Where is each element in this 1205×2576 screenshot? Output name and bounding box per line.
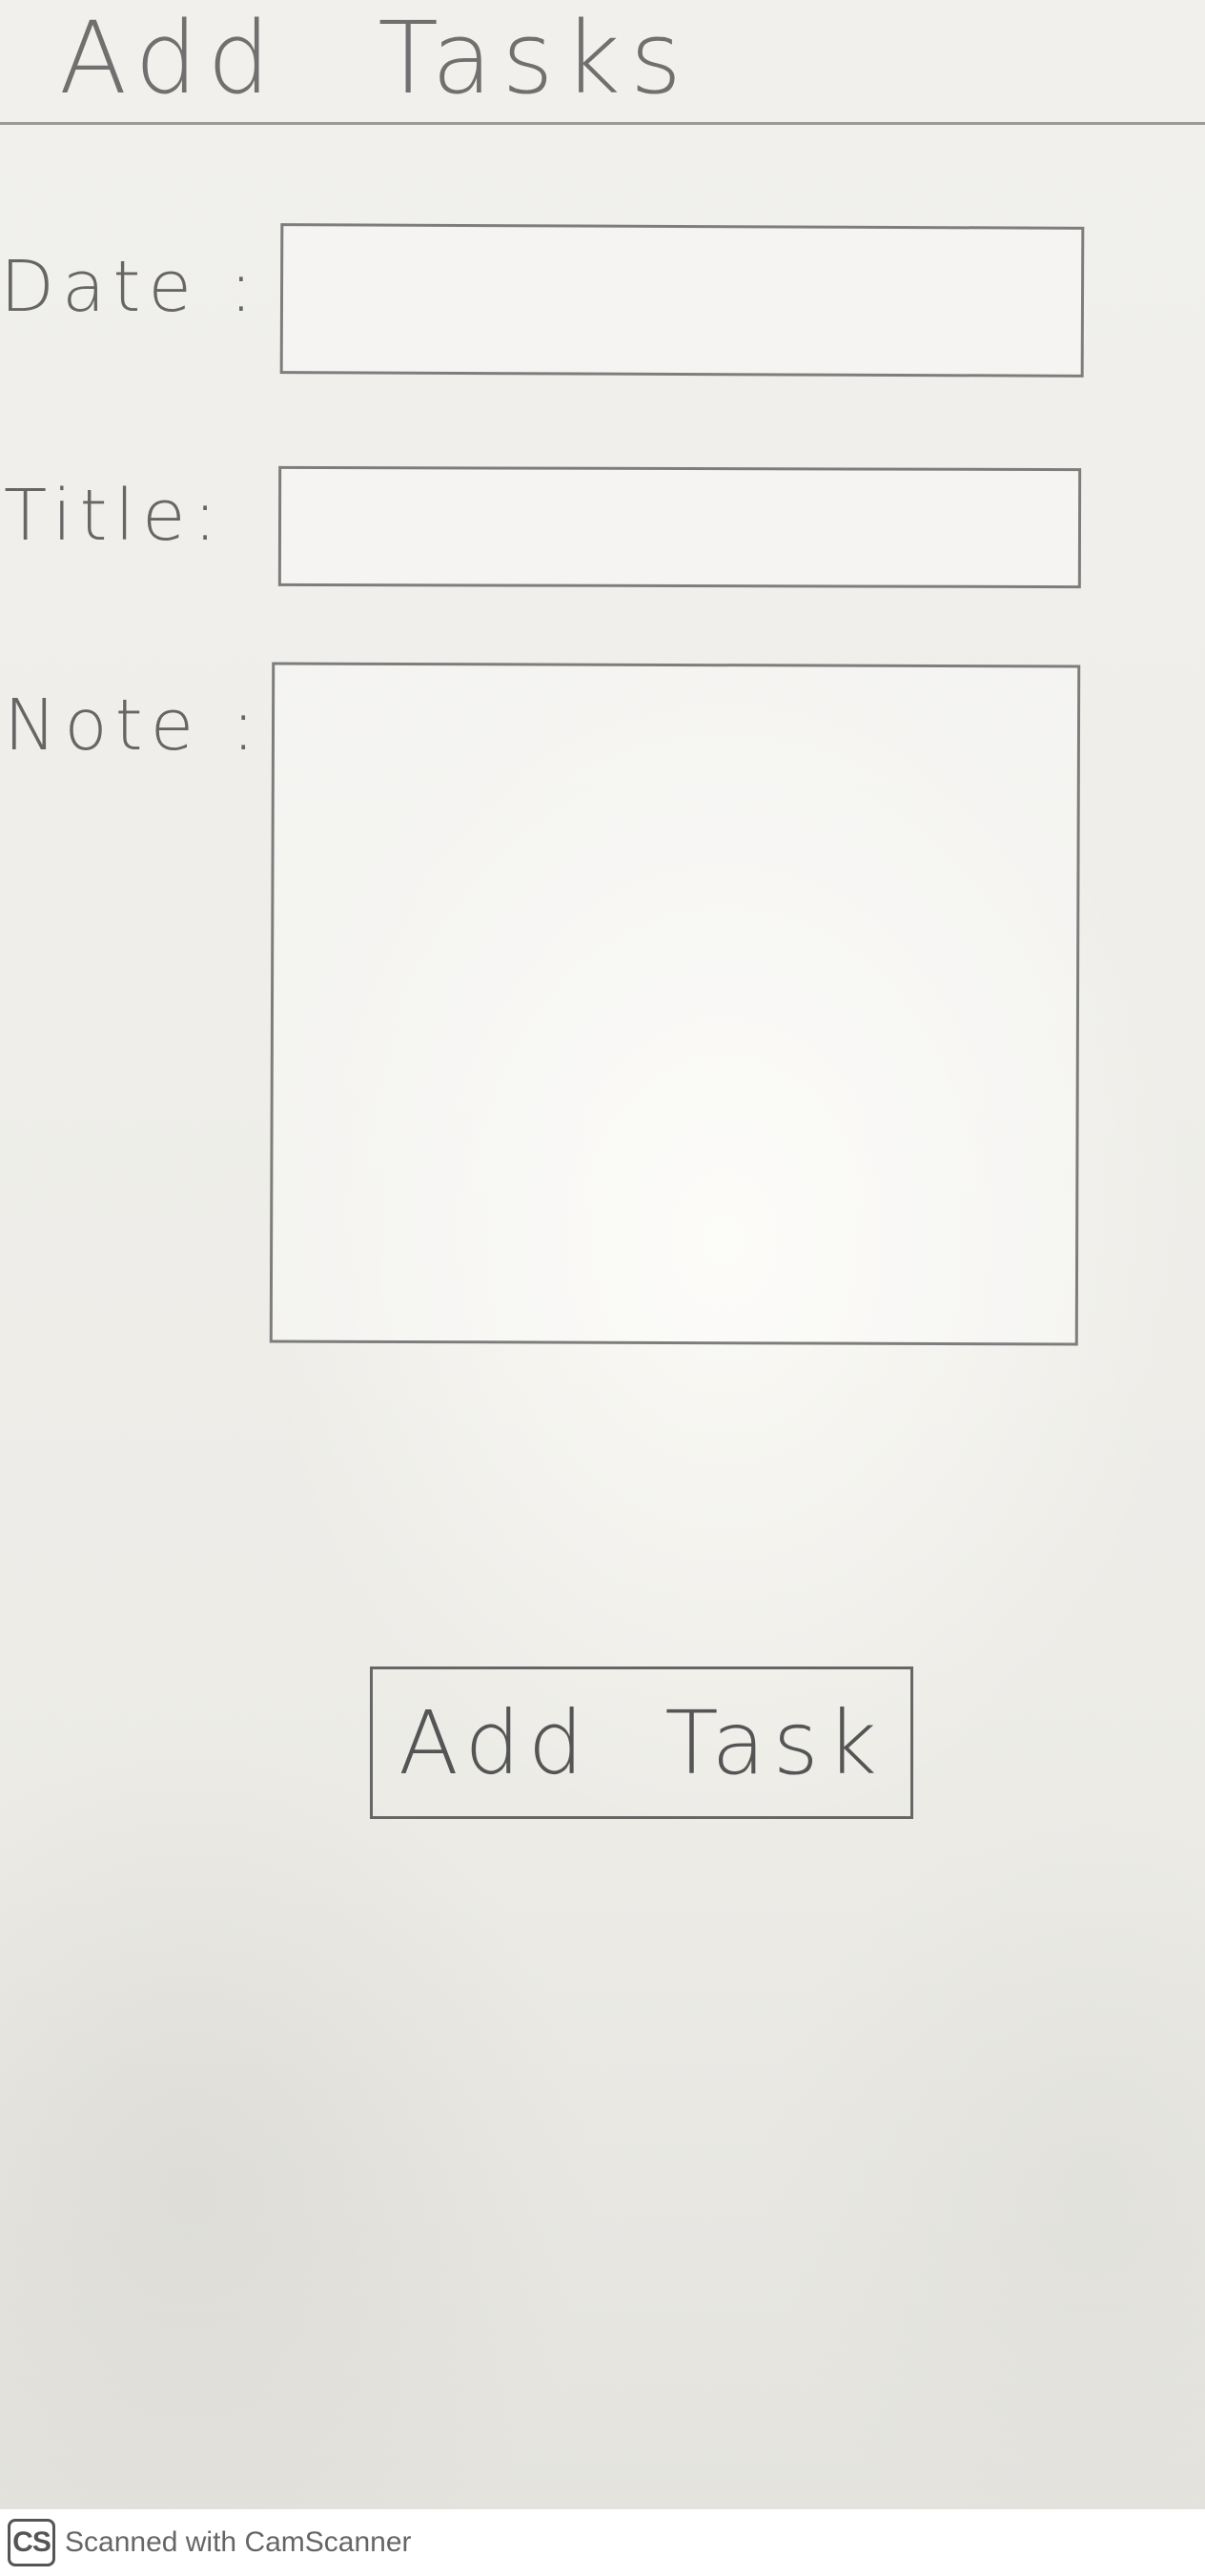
- title-label: Title:: [4, 475, 225, 557]
- scanner-footer: CS Scanned with CamScanner: [0, 2509, 1205, 2576]
- header-divider: [0, 122, 1205, 125]
- camscanner-logo: CS: [8, 2519, 55, 2566]
- title-field[interactable]: [277, 465, 1082, 589]
- add-task-button[interactable]: Add Task: [370, 1666, 913, 1819]
- scanner-watermark-text: Scanned with CamScanner: [65, 2526, 412, 2558]
- note-field[interactable]: [269, 662, 1081, 1346]
- date-label: Date :: [0, 246, 261, 328]
- page-title: Add Tasks: [59, 0, 692, 116]
- note-label: Note :: [4, 685, 263, 767]
- date-field[interactable]: [279, 223, 1085, 378]
- add-task-button-label: Add Task: [398, 1691, 885, 1794]
